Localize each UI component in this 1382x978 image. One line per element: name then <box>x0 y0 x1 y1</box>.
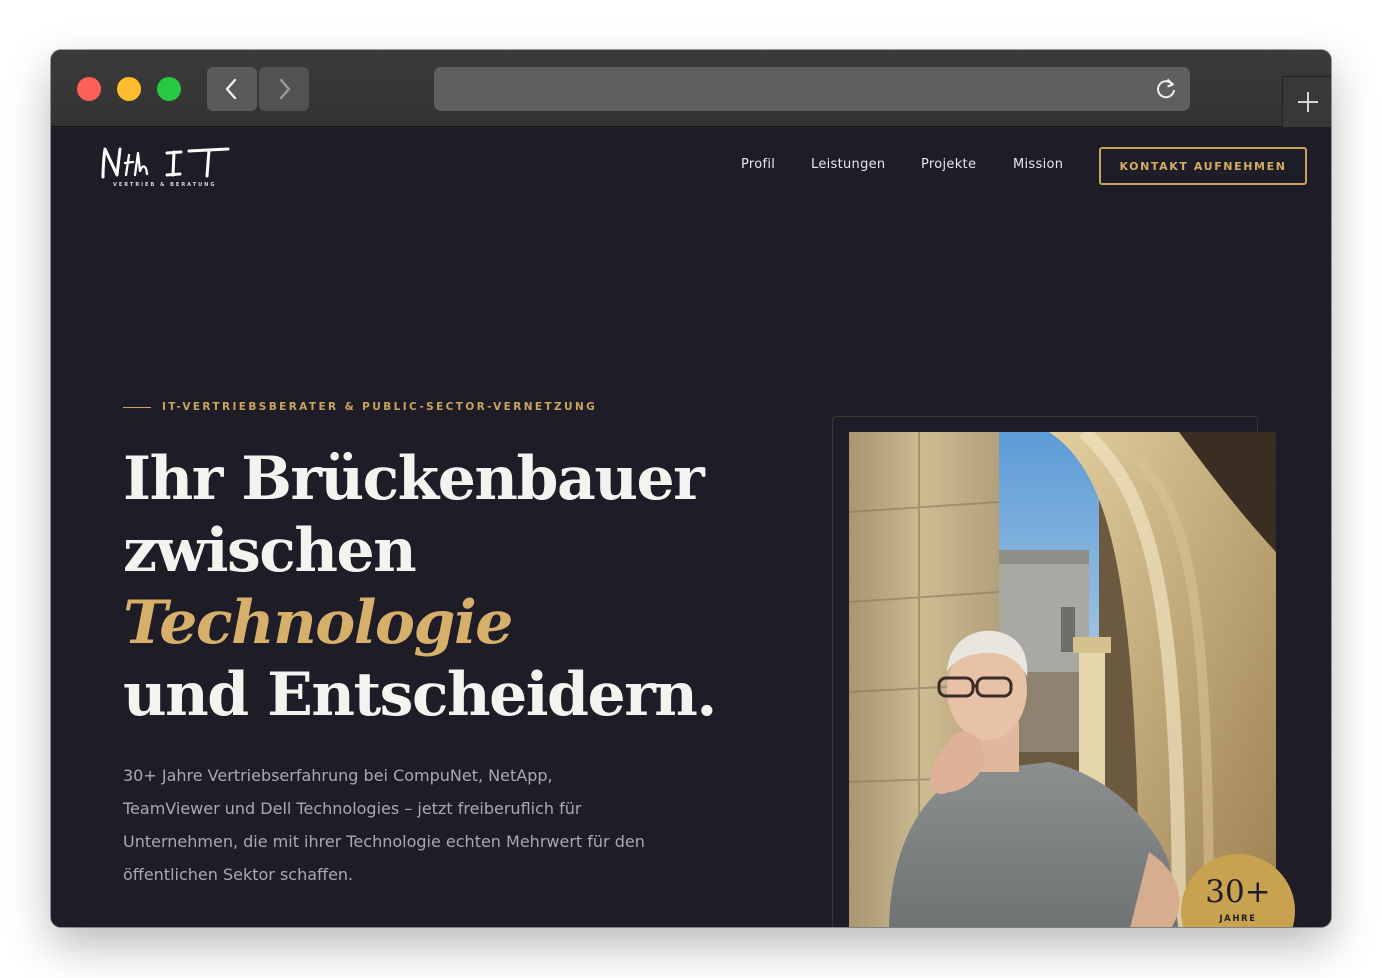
nav-link-projekte[interactable]: Projekte <box>921 157 976 172</box>
address-bar[interactable] <box>434 67 1190 111</box>
logo-subtitle: VERTRIEB & BERATUNG <box>113 182 217 188</box>
headline-line-2: zwischen <box>123 516 417 586</box>
headline-line-1: Ihr Brückenbauer <box>123 444 705 514</box>
nav-link-mission[interactable]: Mission <box>1013 157 1063 172</box>
portrait-illustration <box>849 432 1276 927</box>
badge-number: 30+ <box>1205 874 1271 910</box>
back-button[interactable] <box>207 67 257 111</box>
maximize-window-button[interactable] <box>157 77 181 101</box>
reload-icon[interactable] <box>1152 75 1180 103</box>
contact-button[interactable]: KONTAKT AUFNEHMEN <box>1099 147 1307 185</box>
plus-icon <box>1297 92 1318 112</box>
chevron-left-icon <box>225 78 237 100</box>
browser-window: VERTRIEB & BERATUNG Profil Leistungen Pr… <box>51 50 1331 927</box>
hero-lead-text: 30+ Jahre Vertriebserfahrung bei CompuNe… <box>123 766 645 884</box>
nav-link-leistungen[interactable]: Leistungen <box>811 157 885 172</box>
hero-eyebrow: IT-VERTRIEBSBERATER & PUBLIC-SECTOR-VERN… <box>162 401 598 413</box>
nav-link-profil[interactable]: Profil <box>741 157 775 172</box>
browser-titlebar <box>51 50 1331 127</box>
forward-button[interactable] <box>259 67 309 111</box>
minimize-window-button[interactable] <box>117 77 141 101</box>
web-page: VERTRIEB & BERATUNG Profil Leistungen Pr… <box>51 127 1331 927</box>
chevron-right-icon <box>279 78 291 100</box>
headline-line-4: und Entscheidern. <box>123 660 717 730</box>
badge-label: JAHRE <box>1219 914 1257 924</box>
portrait-photo <box>849 432 1276 927</box>
eyebrow-divider <box>123 407 151 408</box>
headline-accent: Technologie <box>123 588 513 658</box>
new-tab-button[interactable] <box>1282 76 1331 127</box>
hero-headline: Ihr Brückenbauer zwischen Technologie un… <box>123 443 763 731</box>
close-window-button[interactable] <box>77 77 101 101</box>
